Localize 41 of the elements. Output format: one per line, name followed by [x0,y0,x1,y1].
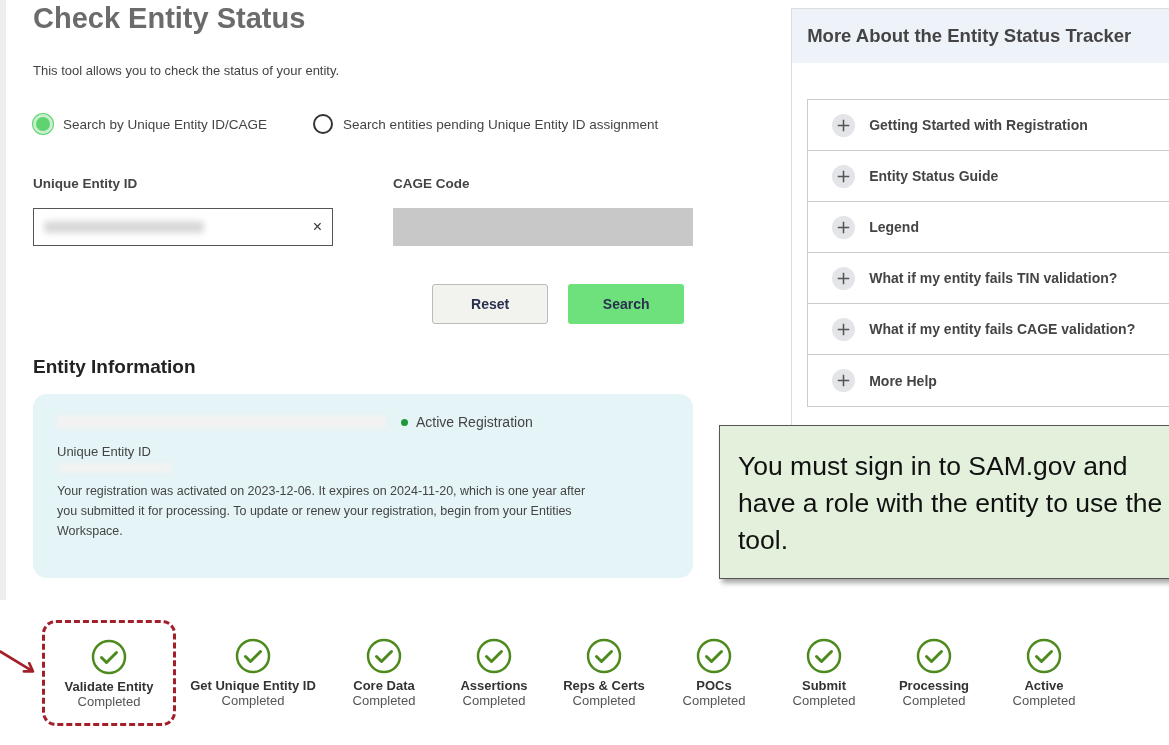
description: This tool allows you to check the status of your entity. [33,63,341,78]
clear-icon[interactable]: × [312,218,322,236]
status-text: Active Registration [416,414,533,430]
step-label: Assertions [460,678,528,693]
input-field[interactable]: × [33,208,333,246]
callout-note: You must sign in to SAM.gov and have a role with the entity to use the tool. [719,425,1169,579]
step-label: Core Data [353,678,415,693]
step-label: Submit [801,678,847,693]
reset-button[interactable]: Reset [432,284,549,324]
step-status: Completed [792,693,856,708]
accordion-item[interactable]: Getting Started with Registration [808,100,1169,151]
step-status: Completed [77,694,141,709]
step-status: Completed [462,693,526,708]
page-title: Check Entity Status [33,2,307,35]
step-status: Completed [1012,693,1076,708]
registration-message: Your registration was activated on 2023-12-06. It expires on 2024-11-20, which is one year after you submitted it for processing. To update or renew your registration, begin from your Entities Workspace. [57,483,587,540]
step-status: Completed [902,693,966,708]
accordion-item[interactable]: What if my entity fails CAGE validation? [808,304,1169,355]
field-label: CAGE Code [393,176,471,191]
status-dot [401,418,408,426]
step-label: Processing [898,678,970,693]
accordion-item[interactable]: Legend [808,202,1169,253]
step-status: Completed [221,693,285,708]
field-label: Unique Entity ID [33,176,139,191]
accordion-item[interactable]: More Help [808,355,1169,406]
step-status: Completed [682,693,746,708]
accordion-item[interactable]: Entity Status Guide [808,151,1169,202]
search-mode-radio[interactable]: Search entities pending Unique Entity ID assignment [313,114,659,134]
search-mode-radio[interactable]: Search by Unique Entity ID/CAGE [33,114,268,134]
step-label: Reps & Certs [563,678,645,693]
step-status: Completed [352,693,416,708]
step-label: Get Unique Entity ID [190,678,316,693]
panel-title: More About the Entity Status Tracker [807,25,1132,47]
search-button[interactable]: Search [568,284,685,324]
accordion-item[interactable]: What if my entity fails TIN validation? [808,253,1169,304]
step-status: Completed [572,693,636,708]
step-label: POCs [696,678,732,693]
step-label: Active [1024,678,1064,693]
id-label: Unique Entity ID [57,444,152,459]
section-heading: Entity Information [33,356,197,378]
step-label: Validate Entity [64,679,154,694]
